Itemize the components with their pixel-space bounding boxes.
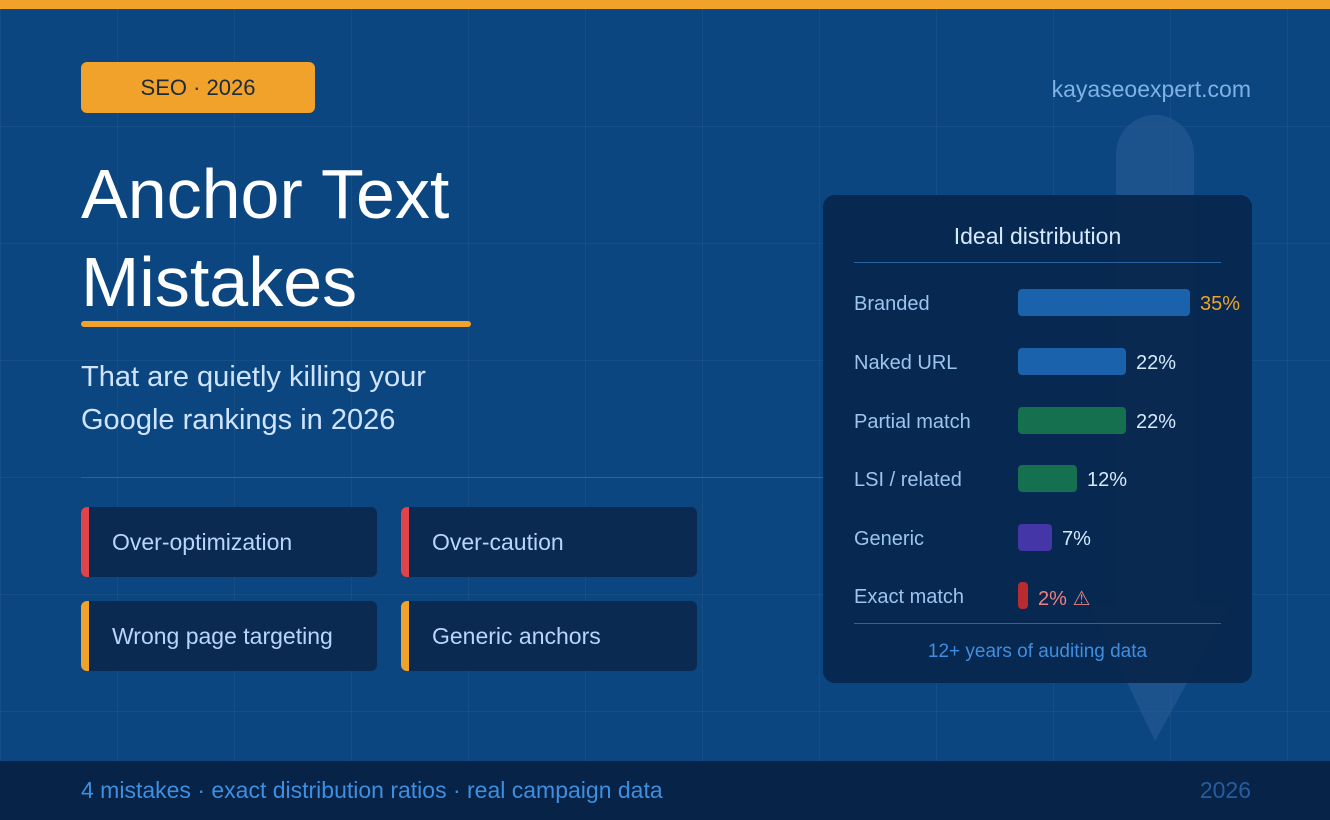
panel-divider-top (854, 262, 1221, 263)
subtitle-line-1: That are quietly killing your (81, 361, 426, 393)
distribution-panel: Ideal distribution Branded 35% Naked URL… (823, 195, 1252, 683)
mistake-card-over-caution: Over-caution (401, 507, 697, 577)
title-line-2: Mistakes (81, 243, 358, 321)
panel-divider-bottom (854, 623, 1221, 624)
top-accent-strip (0, 0, 1330, 9)
subtitle-line-2: Google rankings in 2026 (81, 404, 396, 436)
topic-badge: SEO · 2026 (81, 62, 315, 113)
mistake-label: Over-caution (432, 528, 564, 555)
row-label-lsi-related: LSI / related (854, 469, 962, 491)
card-accent-bar (81, 601, 89, 671)
row-bar-generic (1018, 524, 1052, 551)
mistake-card-wrong-page-targeting: Wrong page targeting (81, 601, 377, 671)
page-title: Anchor Text Mistakes (81, 150, 449, 326)
row-bar-branded (1018, 289, 1190, 316)
footer-year: 2026 (1199, 777, 1251, 803)
row-pct-exact-match: 2% ⚠ (1038, 588, 1091, 610)
row-label-branded: Branded (854, 293, 930, 315)
mistake-card-generic-anchors: Generic anchors (401, 601, 697, 671)
site-domain: kayaseoexpert.com (1051, 76, 1251, 102)
row-pct-lsi-related: 12% (1087, 469, 1128, 491)
row-bar-exact-match (1018, 582, 1028, 609)
footer-bar: 4 mistakes · exact distribution ratios ·… (0, 761, 1330, 820)
mistake-label: Wrong page targeting (112, 622, 333, 649)
card-accent-bar (401, 507, 409, 577)
row-label-partial-match: Partial match (854, 411, 971, 433)
card-accent-bar (401, 601, 409, 671)
row-label-exact-match: Exact match (854, 586, 965, 608)
title-line-1: Anchor Text (81, 155, 450, 233)
row-pct-branded: 35% (1200, 293, 1241, 315)
title-underline (81, 321, 471, 327)
subtitle: That are quietly killing your Google ran… (81, 356, 581, 442)
row-bar-naked-url (1018, 348, 1126, 375)
row-pct-partial-match: 22% (1136, 411, 1177, 433)
row-bar-partial-match (1018, 407, 1126, 434)
row-bar-lsi-related (1018, 465, 1077, 492)
panel-footer: 12+ years of auditing data (927, 641, 1148, 662)
mistake-card-over-optimization: Over-optimization (81, 507, 377, 577)
mistake-label: Over-optimization (112, 528, 293, 555)
panel-title: Ideal distribution (953, 223, 1122, 249)
card-accent-bar (81, 507, 89, 577)
row-label-naked-url: Naked URL (854, 352, 958, 374)
section-divider (81, 477, 841, 478)
row-pct-generic: 7% (1062, 528, 1091, 550)
mistake-label: Generic anchors (432, 622, 601, 649)
footer-tagline: 4 mistakes · exact distribution ratios ·… (81, 777, 663, 803)
row-label-generic: Generic (854, 528, 925, 550)
row-pct-naked-url: 22% (1136, 352, 1177, 374)
